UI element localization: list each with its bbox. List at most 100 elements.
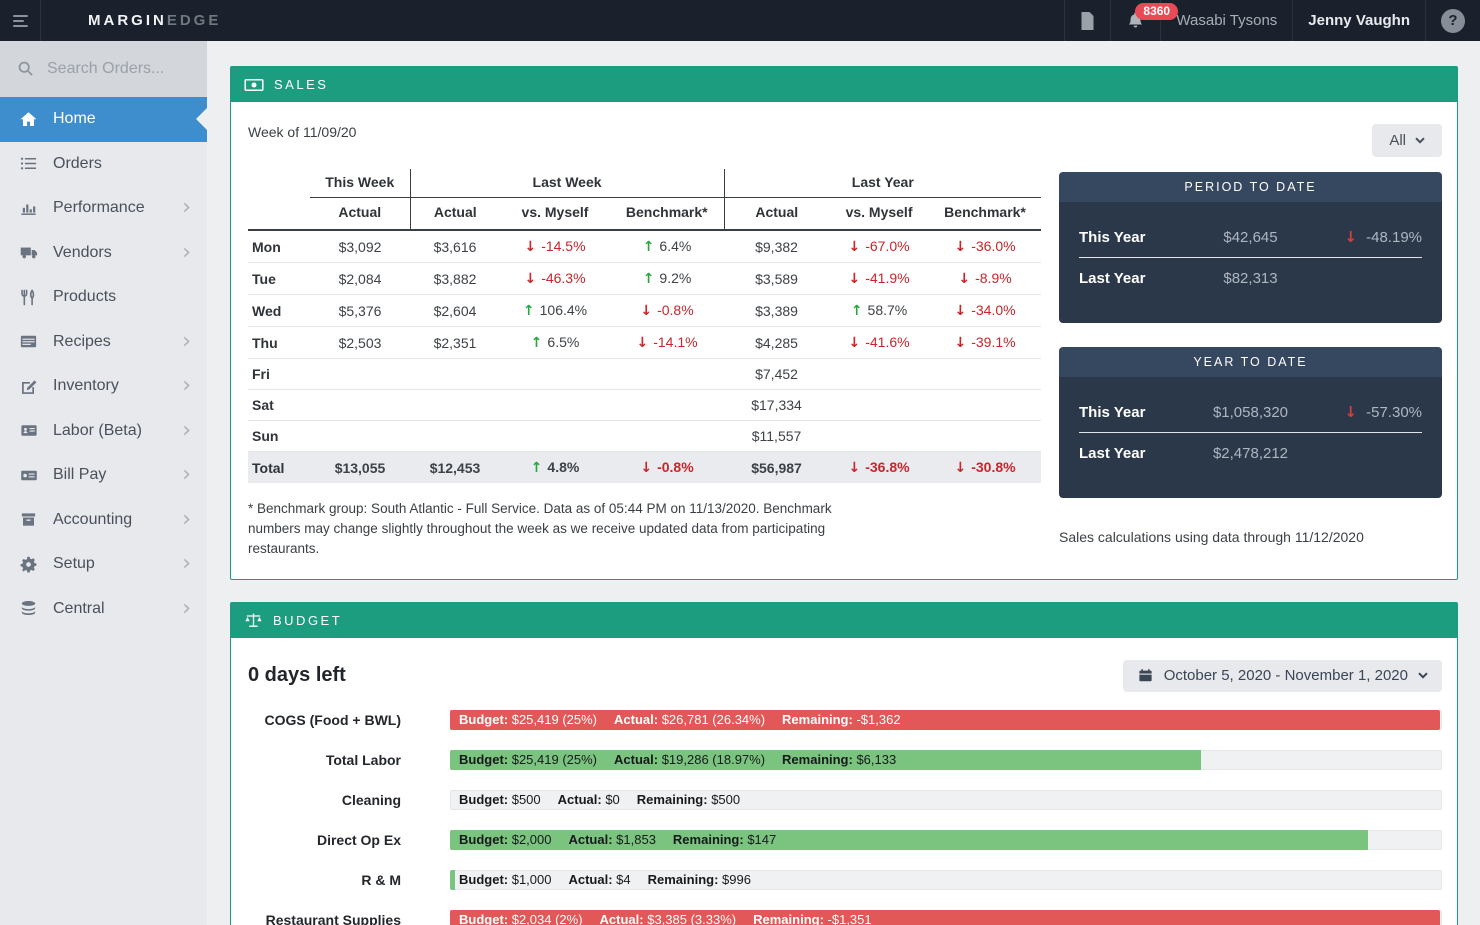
logo-primary: MARGIN — [88, 12, 167, 29]
sidebar-item-vendors[interactable]: Vendors› — [0, 231, 207, 276]
top-navbar: MARGINEDGE 8360 Wasabi Tysons Jenny Vaug… — [0, 0, 1480, 41]
arrow-up-icon: ↑ — [531, 460, 543, 476]
edit-square-icon — [18, 377, 39, 396]
chevron-right-icon: › — [182, 555, 191, 573]
notifications-button[interactable]: 8360 — [1110, 0, 1160, 41]
day-label: Thu — [248, 327, 310, 359]
change-value: ↓-46.3% — [524, 270, 585, 286]
day-label: Total — [248, 452, 310, 484]
change-value: ↓-8.9% — [958, 270, 1011, 286]
sales-value: $4,285 — [724, 327, 829, 359]
utensils-icon — [18, 288, 39, 307]
sidebar-item-labor-beta[interactable]: Labor (Beta) › — [0, 409, 207, 454]
change-value: ↓-41.6% — [848, 334, 909, 350]
budget-bar-fill — [450, 870, 455, 890]
sales-value: $11,557 — [724, 421, 829, 452]
sales-card-title: SALES — [274, 77, 328, 92]
budget-row-total-labor: Total LaborBudget: $25,419 (25%)Actual: … — [248, 750, 1442, 770]
sidebar-item-label: Vendors — [53, 244, 112, 262]
search-icon — [17, 60, 35, 78]
data-through-note: Sales calculations using data through 11… — [1059, 529, 1442, 545]
sidebar-item-performance[interactable]: Performance› — [0, 186, 207, 231]
change-value: ↑106.4% — [523, 302, 587, 318]
budget-row-direct-op-ex: Direct Op Ex Budget: $2,000Actual: $1,853… — [248, 830, 1442, 850]
budget-category-label: Direct Op Ex — [248, 832, 401, 848]
chevron-right-icon: › — [182, 422, 191, 440]
arrow-down-icon: ↓ — [954, 239, 966, 255]
change-value: ↓-34.0% — [954, 302, 1015, 318]
arrow-down-icon: ↓ — [954, 303, 966, 319]
help-icon: ? — [1441, 9, 1465, 33]
chevron-right-icon: › — [182, 333, 191, 351]
chevron-right-icon: › — [182, 199, 191, 217]
sidebar-item-setup[interactable]: Setup› — [0, 542, 207, 587]
ytd-last-year-label: Last Year — [1079, 445, 1145, 462]
arrow-up-icon: ↑ — [531, 335, 543, 351]
logo-secondary: EDGE — [167, 12, 222, 29]
sidebar-item-label: Accounting — [53, 511, 132, 529]
sidebar-item-central[interactable]: Central› — [0, 587, 207, 632]
day-label: Sat — [248, 390, 310, 421]
sidebar-item-recipes[interactable]: Recipes› — [0, 320, 207, 365]
sidebar-item-orders[interactable]: Orders — [0, 142, 207, 187]
budget-date-range-dropdown[interactable]: October 5, 2020 - November 1, 2020 — [1123, 660, 1442, 692]
sales-filter-dropdown[interactable]: All — [1372, 124, 1442, 157]
chevron-down-icon — [1418, 672, 1428, 679]
budget-row-restaurant-supplies: Restaurant SuppliesBudget: $2,034 (2%)Ac… — [248, 910, 1442, 925]
change-value: ↑58.7% — [851, 302, 907, 318]
table-subheader-row: ActualActualvs. MyselfBenchmark*Actualvs… — [248, 198, 1041, 231]
column-header: Actual — [410, 198, 500, 231]
ptd-this-year-change: ↓ -48.19% — [1344, 228, 1422, 246]
change-value: ↑6.5% — [531, 334, 580, 350]
column-header: Benchmark* — [929, 198, 1041, 231]
change-value: ↑4.8% — [531, 459, 580, 475]
sales-value: $2,604 — [410, 295, 500, 327]
sales-value: $7,452 — [724, 359, 829, 390]
ptd-this-year-value: $42,645 — [1223, 229, 1277, 246]
table-group-header-row: This WeekLast WeekLast Year — [248, 169, 1041, 198]
user-menu[interactable]: Jenny Vaughn — [1292, 0, 1425, 41]
change-value: ↓-14.5% — [524, 238, 585, 254]
chevron-right-icon: › — [182, 466, 191, 484]
hamburger-menu-icon[interactable] — [0, 0, 41, 41]
change-value: ↓-14.1% — [636, 334, 697, 350]
sidebar-item-home[interactable]: Home — [0, 97, 207, 142]
sidebar-item-bill-pay[interactable]: Bill Pay› — [0, 453, 207, 498]
ptd-last-year-value: $82,313 — [1223, 270, 1277, 287]
budget-category-label: COGS (Food + BWL) — [248, 712, 401, 728]
bar-chart-icon — [18, 199, 39, 218]
sidebar-item-inventory[interactable]: Inventory› — [0, 364, 207, 409]
ptd-this-year-label: This Year — [1079, 229, 1145, 246]
sales-table-row: Sun $11,557 — [248, 421, 1041, 452]
sales-value: $17,334 — [724, 390, 829, 421]
change-value: ↓-0.8% — [640, 459, 693, 475]
documents-button[interactable] — [1064, 0, 1110, 41]
sidebar-item-label: Labor (Beta) — [53, 422, 142, 440]
id-card-icon — [18, 421, 39, 440]
sidebar-item-accounting[interactable]: Accounting› — [0, 498, 207, 543]
day-label: Sun — [248, 421, 310, 452]
change-value: ↓-30.8% — [954, 459, 1015, 475]
change-value: ↓-36.0% — [954, 238, 1015, 254]
arrow-down-icon: ↓ — [524, 239, 536, 255]
sales-value: $13,055 — [310, 452, 410, 484]
help-button[interactable]: ? — [1425, 0, 1480, 41]
arrow-up-icon: ↑ — [851, 303, 863, 319]
search-input[interactable] — [47, 60, 177, 78]
budget-row-cogs-food-bwl: COGS (Food + BWL)Budget: $25,419 (25%)Ac… — [248, 710, 1442, 730]
change-value: ↑6.4% — [643, 238, 692, 254]
budget-bar-text: Budget: $500Actual: $0Remaining: $500 — [459, 791, 740, 809]
sidebar-menu: HomeOrdersPerformance›Vendors›ProductsRe… — [0, 97, 207, 631]
sidebar-item-products[interactable]: Products — [0, 275, 207, 320]
home-icon — [18, 110, 39, 129]
sales-value: $12,453 — [410, 452, 500, 484]
budget-progress-bar: Budget: $2,000Actual: $1,853Remaining: $… — [450, 830, 1442, 850]
money-bill-icon — [244, 75, 264, 95]
arrow-down-icon: ↓ — [636, 335, 648, 351]
sidebar-item-label: Home — [53, 110, 96, 128]
arrow-down-icon: ↓ — [954, 335, 966, 351]
restaurant-selector[interactable]: Wasabi Tysons — [1160, 0, 1292, 41]
arrow-down-icon: ↓ — [848, 460, 860, 476]
budget-card-header: BUDGET — [231, 603, 1457, 638]
column-header: vs. Myself — [500, 198, 610, 231]
